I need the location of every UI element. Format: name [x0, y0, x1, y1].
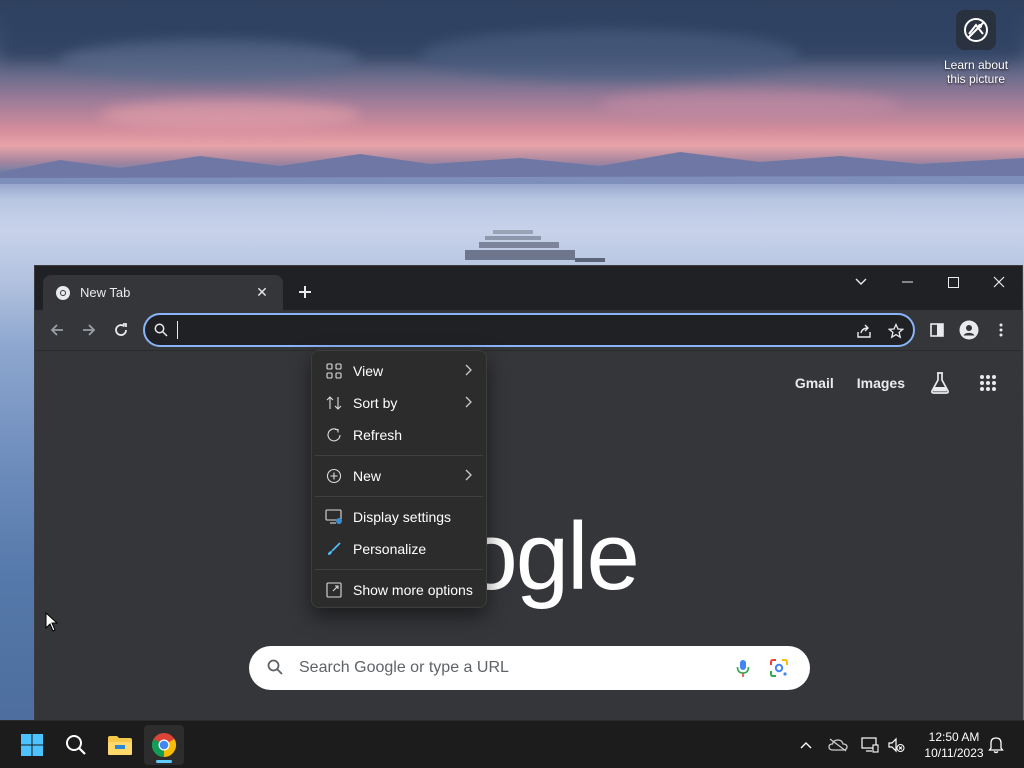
tab-title: New Tab: [80, 285, 131, 300]
chrome-icon: [56, 285, 70, 300]
menu-separator: [315, 569, 483, 570]
add-circle-icon: [325, 467, 343, 485]
toolbar: [35, 310, 1022, 350]
text-caret: [177, 321, 178, 339]
learn-about-picture-label: Learn about this picture: [943, 58, 1009, 86]
new-tab-page: Gmail Images oogle: [35, 350, 1022, 722]
chevron-right-icon: [465, 396, 472, 408]
desktop-context-menu: View Sort by Refresh New Display setting…: [311, 350, 487, 608]
share-icon[interactable]: [855, 322, 873, 340]
onedrive-icon[interactable]: [828, 735, 848, 755]
menu-item-sort-by[interactable]: Sort by: [312, 387, 486, 419]
title-bar: New Tab ✕: [35, 266, 1022, 310]
microphone-icon[interactable]: [733, 658, 753, 678]
reload-icon[interactable]: [107, 316, 135, 344]
tab-search-icon[interactable]: [838, 268, 884, 296]
boat-image: [465, 230, 605, 262]
network-icon[interactable]: [860, 735, 880, 755]
search-icon: [154, 323, 168, 337]
close-tab-icon[interactable]: ✕: [253, 284, 271, 302]
google-lens-icon[interactable]: [769, 658, 789, 678]
menu-item-refresh[interactable]: Refresh: [312, 419, 486, 451]
google-search-input[interactable]: [299, 656, 719, 680]
bookmark-star-icon[interactable]: [887, 322, 905, 340]
search-icon: [267, 659, 283, 675]
chrome-window: New Tab ✕ Gmail Images oogle Search Goog…: [34, 265, 1023, 722]
system-clock[interactable]: 12:50 AM 10/11/2023: [912, 729, 996, 761]
forward-icon[interactable]: [75, 316, 103, 344]
chrome-icon[interactable]: [144, 725, 184, 765]
menu-dots-icon[interactable]: [987, 316, 1015, 344]
back-icon[interactable]: [43, 316, 71, 344]
google-apps-icon[interactable]: [976, 371, 1000, 395]
menu-separator: [315, 496, 483, 497]
brush-icon: [325, 540, 343, 558]
address-input[interactable]: [179, 319, 819, 341]
tab-new-tab[interactable]: New Tab ✕: [43, 275, 283, 310]
camera-icon[interactable]: [956, 10, 996, 50]
menu-item-view[interactable]: View: [312, 355, 486, 387]
chevron-right-icon: [465, 364, 472, 376]
clock-time: 12:50 AM: [928, 730, 980, 744]
file-explorer-icon[interactable]: [100, 725, 140, 765]
menu-separator: [315, 455, 483, 456]
new-tab-button[interactable]: [293, 280, 317, 304]
maximize-icon[interactable]: [930, 268, 976, 296]
active-app-indicator: [156, 760, 172, 763]
notification-bell-icon[interactable]: [986, 735, 1006, 755]
display-settings-icon: [325, 508, 343, 526]
start-icon[interactable]: [12, 725, 52, 765]
google-search-box[interactable]: [249, 646, 810, 690]
address-bar[interactable]: [143, 313, 915, 347]
minimize-icon[interactable]: [884, 268, 930, 296]
mountains-silhouette: [0, 152, 1024, 184]
close-icon[interactable]: [976, 268, 1022, 296]
taskbar: 12:50 AM 10/11/2023: [0, 720, 1024, 768]
grid-view-icon: [325, 362, 343, 380]
sort-icon: [325, 394, 343, 412]
mouse-cursor-icon: [45, 612, 59, 632]
labs-flask-icon[interactable]: [928, 371, 952, 395]
menu-item-personalize[interactable]: Personalize: [312, 533, 486, 565]
gmail-link[interactable]: Gmail: [795, 375, 834, 391]
menu-item-new[interactable]: New: [312, 460, 486, 492]
profile-icon[interactable]: [955, 316, 983, 344]
search-icon[interactable]: [56, 725, 96, 765]
images-link[interactable]: Images: [857, 375, 905, 391]
menu-item-show-more-options[interactable]: Show more options: [312, 574, 486, 606]
learn-about-picture-widget[interactable]: Learn about this picture: [938, 10, 1014, 86]
chevron-right-icon: [465, 469, 472, 481]
more-options-icon: [325, 581, 343, 599]
clock-date: 10/11/2023: [924, 746, 984, 760]
top-links: Gmail Images: [795, 371, 1000, 395]
menu-item-display-settings[interactable]: Display settings: [312, 501, 486, 533]
volume-mute-icon[interactable]: [886, 735, 906, 755]
refresh-icon: [325, 426, 343, 444]
side-panel-icon[interactable]: [923, 316, 951, 344]
chevron-up-icon[interactable]: [796, 735, 816, 755]
